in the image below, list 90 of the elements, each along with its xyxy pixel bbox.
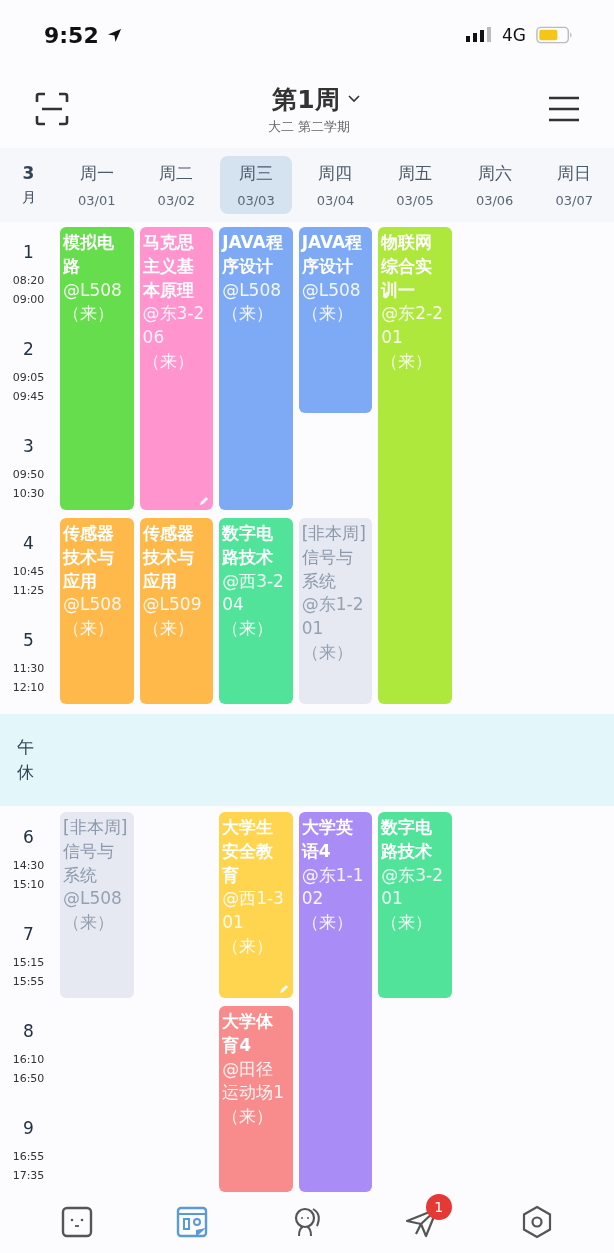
period-start-time: 10:45 — [12, 564, 45, 578]
course-location: @L508（来） — [63, 278, 123, 326]
day-header[interactable]: 周六 03/06 — [458, 156, 531, 214]
course-location: @东3-201（来） — [381, 863, 445, 935]
course-card[interactable]: 大学英语4 @东1-102（来） — [298, 812, 373, 1192]
week-selector[interactable]: 第1周 — [258, 82, 360, 116]
period-end-time: 15:55 — [12, 974, 45, 988]
course-card[interactable]: [非本周]信号与系统 @L508（来） — [60, 812, 134, 998]
month-number: 3 — [22, 163, 35, 183]
course-location: @东1-102（来） — [301, 863, 365, 935]
notification-badge: 1 — [425, 1194, 452, 1220]
period-end-time: 11:25 — [12, 583, 45, 597]
semester-label: 大二 第二学期 — [267, 117, 351, 136]
period-start-time: 09:50 — [12, 467, 45, 481]
course-name: 传感器技术与应用 — [142, 522, 195, 593]
course-location: @东3-206（来） — [142, 302, 206, 373]
course-card[interactable]: 数字电路技术 @西3-204（来） — [219, 518, 293, 704]
period-end-time: 10:30 — [12, 486, 45, 500]
day-header[interactable]: 周一 03/01 — [61, 156, 133, 214]
period-end-time: 12:10 — [12, 680, 45, 694]
period-start-time: 16:55 — [12, 1149, 45, 1163]
day-header[interactable]: 周日 03/07 — [538, 156, 610, 214]
day-header[interactable]: 周四 03/04 — [299, 156, 372, 214]
period-end-time: 15:10 — [12, 877, 45, 891]
course-card[interactable]: 大学体育4 @田径运动场1（来） — [219, 1006, 293, 1192]
course-location: @L508（来） — [301, 278, 362, 326]
course-card[interactable]: 马克思主义基本原理 @东3-206（来） — [139, 227, 214, 510]
course-location: @田径运动场1（来） — [222, 1057, 285, 1129]
menu-icon[interactable] — [548, 95, 580, 123]
course-name: JAVA程序设计 — [301, 231, 364, 278]
period-start-time: 11:30 — [12, 661, 45, 675]
course-card[interactable]: JAVA程序设计 @L508（来） — [219, 227, 293, 510]
course-card[interactable]: 传感器技术与应用 @L509（来） — [139, 518, 214, 704]
course-name: [非本周]信号与系统 — [63, 816, 129, 887]
course-name: JAVA程序设计 — [222, 231, 284, 278]
course-card[interactable]: 数字电路技术 @东3-201（来） — [378, 812, 452, 998]
chevron-down-icon — [347, 95, 360, 103]
course-card[interactable]: 模拟电路 @L508（来） — [60, 227, 134, 510]
course-name: [非本周]信号与系统 — [301, 522, 367, 593]
location-arrow-icon — [106, 27, 122, 43]
period-number: 9 — [23, 1117, 34, 1138]
period-start-time: 16:10 — [12, 1052, 45, 1066]
course-card[interactable]: [非本周]信号与系统 @东1-201（来） — [298, 518, 373, 704]
course-location: @L508（来） — [63, 887, 123, 935]
clock-time: 9:52 — [44, 22, 99, 48]
period-start-time: 09:05 — [12, 370, 45, 384]
period-number: 2 — [23, 338, 34, 359]
month-label: 月 — [21, 189, 36, 207]
course-name: 大学体育4 — [222, 1010, 275, 1057]
course-location: @西1-301（来） — [222, 887, 285, 958]
battery-icon — [536, 26, 574, 44]
course-name: 数字电路技术 — [381, 816, 434, 863]
course-name: 数字电路技术 — [222, 522, 275, 569]
period-number: 3 — [23, 435, 34, 456]
course-card[interactable]: JAVA程序设计 @L508（来） — [298, 227, 373, 413]
period-end-time: 09:45 — [12, 389, 45, 403]
period-number: 7 — [23, 923, 34, 944]
course-name: 传感器技术与应用 — [63, 522, 115, 593]
course-location: @东1-201（来） — [301, 593, 365, 664]
period-start-time: 14:30 — [12, 858, 45, 872]
course-location: @西3-204（来） — [222, 569, 285, 641]
period-number: 8 — [23, 1020, 34, 1041]
lunch-break-label: 午休 — [17, 735, 34, 784]
course-location: @L509（来） — [142, 593, 203, 641]
network-type: 4G — [502, 25, 526, 45]
course-location: @L508（来） — [63, 593, 123, 641]
period-end-time: 16:50 — [12, 1071, 45, 1085]
course-name: 物联网综合实训一 — [381, 231, 434, 302]
period-end-time: 17:35 — [12, 1168, 45, 1182]
course-name: 模拟电路 — [63, 231, 115, 278]
course-card[interactable]: 传感器技术与应用 @L508（来） — [60, 518, 134, 704]
period-start-time: 08:20 — [12, 273, 45, 287]
course-location: @东2-201（来） — [381, 302, 445, 373]
course-name: 大学生安全教育 — [222, 816, 275, 887]
scan-icon[interactable] — [34, 91, 70, 127]
course-name: 马克思主义基本原理 — [142, 231, 195, 302]
period-number: 4 — [23, 532, 34, 553]
period-number: 6 — [23, 826, 34, 847]
day-header[interactable]: 周五 03/05 — [379, 156, 451, 214]
period-end-time: 09:00 — [12, 292, 45, 306]
period-start-time: 15:15 — [12, 955, 45, 969]
period-number: 1 — [23, 241, 34, 262]
period-number: 5 — [23, 629, 34, 650]
course-location: @L508（来） — [222, 278, 283, 326]
course-card[interactable]: 物联网综合实训一 @东2-201（来） — [378, 227, 452, 704]
course-card[interactable]: 大学生安全教育 @西1-301（来） — [219, 812, 293, 998]
signal-icon — [466, 27, 492, 43]
course-name: 大学英语4 — [301, 816, 354, 863]
day-header[interactable]: 周三 03/03 — [220, 156, 292, 214]
day-header[interactable]: 周二 03/02 — [140, 156, 213, 214]
